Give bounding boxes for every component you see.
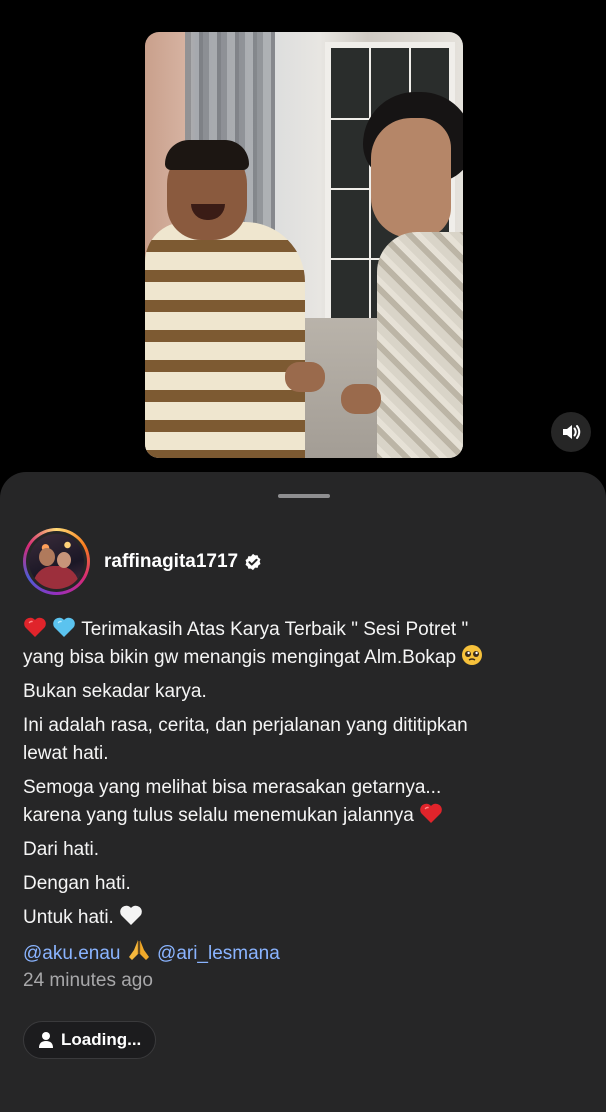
caption-paragraph: Untuk hati. [23, 904, 588, 932]
video-frame-hand [341, 384, 381, 414]
caption-text: Terimakasih Atas Karya Terbaik " Sesi Po… [81, 619, 469, 640]
verified-badge-icon [245, 553, 261, 571]
caption-text: Semoga yang melihat bisa merasakan getar… [23, 777, 442, 798]
caption-text: karena yang tulus selalu menemukan jalan… [23, 805, 414, 826]
red-heart-emoji-icon [24, 617, 46, 637]
mention-link-aku-enau[interactable]: @aku.enau [23, 943, 120, 964]
pleading-face-emoji-icon [462, 645, 483, 665]
loading-label: Loading... [61, 1030, 142, 1049]
video-frame-person-left-hair [165, 140, 249, 170]
video-frame-person-right-face [371, 118, 451, 238]
caption-paragraph: Semoga yang melihat bisa merasakan getar… [23, 774, 588, 830]
caption-paragraph: @aku.enau @ari_lesmana [23, 938, 588, 968]
video-frame-person-right [377, 232, 463, 458]
caption-text: Untuk hati. [23, 907, 114, 928]
video-frame-hand [285, 362, 325, 392]
blue-heart-emoji-icon [53, 617, 76, 637]
post-timestamp: 24 minutes ago [23, 970, 153, 991]
caption-paragraph: Dari hati. [23, 839, 100, 860]
mute-toggle-button[interactable] [551, 412, 591, 452]
white-heart-emoji-icon [120, 905, 142, 925]
speaker-icon [563, 425, 581, 439]
username-text: raffinagita1717 [104, 551, 239, 572]
loading-button[interactable]: Loading... [23, 1021, 157, 1059]
caption-text: yang bisa bikin gw menangis mengingat Al… [23, 647, 457, 668]
caption-text: Ini adalah rasa, cerita, dan perjalanan … [23, 715, 468, 736]
caption-paragraph: Terimakasih Atas Karya Terbaik " Sesi Po… [23, 616, 588, 672]
user-icon [39, 1032, 53, 1048]
post-details-sheet: raffinagita1717 Terimakasih Atas Karya T… [0, 472, 606, 1112]
video-frame-person-left [145, 222, 305, 458]
red-heart-emoji-icon [420, 803, 442, 823]
mention-link-ari-lesmana[interactable]: @ari_lesmana [157, 943, 280, 964]
video-player[interactable] [145, 32, 463, 458]
folded-hands-emoji-icon [128, 940, 149, 960]
avatar-image [29, 534, 84, 589]
username-link[interactable]: raffinagita1717 [104, 551, 262, 573]
caption-paragraph: Ini adalah rasa, cerita, dan perjalanan … [23, 712, 588, 768]
caption-paragraph: Bukan sekadar karya. [23, 681, 207, 702]
caption-paragraph: Dengan hati. [23, 873, 131, 894]
post-caption: Terimakasih Atas Karya Terbaik " Sesi Po… [23, 616, 588, 974]
sheet-drag-handle[interactable] [278, 494, 330, 498]
avatar[interactable] [23, 528, 90, 595]
caption-text: lewat hati. [23, 743, 109, 764]
